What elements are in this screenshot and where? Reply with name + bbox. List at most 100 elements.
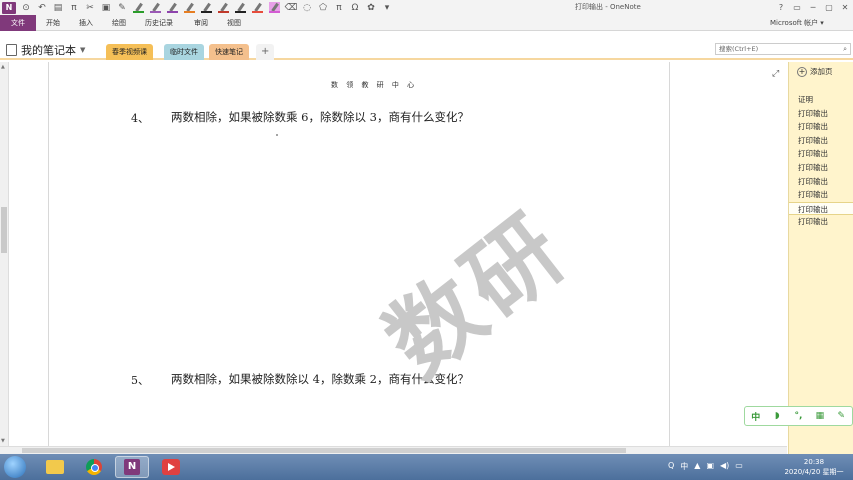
window-controls: ? ▭ ─ ▢ ✕ — [773, 0, 853, 15]
tab-insert[interactable]: 插入 — [79, 15, 93, 31]
add-section-button[interactable]: + — [256, 44, 275, 60]
ime-punctuation-icon[interactable]: °, — [788, 411, 809, 421]
tab-review[interactable]: 审阅 — [194, 15, 208, 31]
taskbar-media-app[interactable] — [154, 456, 188, 478]
ime-moon-icon[interactable]: ◗ — [766, 411, 787, 421]
screen-clip-icon[interactable]: ▣ — [98, 0, 114, 15]
ribbon-display-button[interactable]: ▭ — [789, 0, 805, 15]
green-pen-icon[interactable] — [133, 2, 144, 13]
question-number: 4、 — [131, 112, 149, 125]
taskbar-explorer[interactable] — [38, 456, 72, 478]
title-bar: N ⊙ ↶ ▤ π ✂ ▣ ✎ ⌫ ◌ ⬠ π Ω ✿ ▾ 打印输出 - One… — [0, 0, 853, 15]
ribbon-tabs: 文件 开始 插入 绘图 历史记录 审阅 视图 Microsoft 帐户 ▾ — [0, 15, 853, 31]
tab-file[interactable]: 文件 — [0, 15, 36, 31]
taskbar-chrome[interactable] — [77, 456, 111, 478]
lasso-icon[interactable]: ◌ — [299, 0, 315, 15]
highlighter-icon[interactable] — [269, 2, 280, 13]
page-list-item[interactable]: 打印输出 — [789, 175, 853, 189]
page-list-item[interactable]: 打印输出 — [789, 107, 853, 121]
start-button[interactable] — [4, 456, 26, 478]
page-list-item[interactable]: 打印输出 — [789, 120, 853, 134]
add-page-button[interactable]: + 添加页 — [797, 66, 833, 77]
search-tray-icon[interactable]: Q — [668, 461, 674, 472]
dock-icon[interactable]: ▤ — [50, 0, 66, 15]
ime-chinese-mode-button[interactable]: 中 — [745, 410, 766, 423]
scroll-down-icon[interactable]: ▼ — [1, 438, 5, 444]
show-hidden-icon[interactable]: ▲ — [694, 461, 700, 472]
page-list-item[interactable]: 打印输出 — [789, 147, 853, 161]
maximize-button[interactable]: ▢ — [821, 0, 837, 15]
system-tray: Q 中 ▲ ▣ ◀) ▭ — [668, 461, 743, 472]
customize-toolbar-icon[interactable]: ▾ — [379, 0, 395, 15]
page-list-item[interactable]: 打印输出 — [789, 161, 853, 175]
ink-to-math-icon[interactable]: ✂ — [82, 0, 98, 15]
horizontal-scroll-thumb[interactable] — [22, 448, 626, 453]
ime-tray-icon[interactable]: 中 — [680, 461, 688, 472]
page-list-item[interactable]: 打印输出 — [789, 134, 853, 148]
network-icon[interactable]: ▣ — [706, 461, 714, 472]
onenote-icon: N — [124, 459, 140, 475]
purple-pen-icon[interactable] — [150, 2, 161, 13]
notebook-icon — [6, 44, 17, 56]
horizontal-scrollbar[interactable] — [0, 446, 787, 454]
plus-circle-icon: + — [797, 66, 807, 77]
search-placeholder: 搜索(Ctrl+E) — [719, 45, 759, 53]
taskbar: N Q 中 ▲ ▣ ◀) ▭ 20:38 2020/4/20 星期一 — [0, 454, 853, 480]
red-pen-icon[interactable] — [218, 2, 229, 13]
notification-icon[interactable]: ▭ — [735, 461, 743, 472]
clock-time: 20:38 — [803, 458, 825, 466]
search-input[interactable]: 搜索(Ctrl+E) ⌕ — [715, 43, 851, 55]
violet-pen-icon[interactable] — [167, 2, 178, 13]
vertical-scrollbar[interactable]: ▲ ▼ — [0, 62, 9, 446]
scroll-up-icon[interactable]: ▲ — [1, 64, 5, 70]
minimize-button[interactable]: ─ — [805, 0, 821, 15]
ime-settings-icon[interactable]: ✎ — [831, 411, 852, 421]
chevron-down-icon: ▼ — [80, 46, 86, 54]
ime-keyboard-icon[interactable]: ▦ — [809, 411, 830, 421]
color-wheel-icon[interactable]: ✿ — [363, 0, 379, 15]
dark-pen-icon[interactable] — [235, 2, 246, 13]
account-menu[interactable]: Microsoft 帐户 ▾ — [770, 18, 824, 28]
black-pen-icon[interactable] — [201, 2, 212, 13]
page-header: 数 领 教 研 中 心 — [331, 81, 418, 89]
orange-pen-icon[interactable] — [184, 2, 195, 13]
equation-icon[interactable]: π — [66, 0, 82, 15]
page-list: 证明 打印输出 打印输出 打印输出 打印输出 打印输出 打印输出 打印输出 打印… — [789, 93, 853, 229]
symbol-dropdown-icon[interactable]: Ω — [347, 0, 363, 15]
close-button[interactable]: ✕ — [837, 0, 853, 15]
section-tab-quick-notes[interactable]: 快速笔记 — [209, 44, 249, 60]
taskbar-clock[interactable]: 20:38 2020/4/20 星期一 — [778, 457, 850, 477]
taskbar-onenote[interactable]: N — [115, 456, 149, 478]
ink-dot — [276, 134, 278, 136]
back-icon[interactable]: ⊙ — [18, 0, 34, 15]
window-title: 打印输出 - OneNote — [575, 3, 641, 11]
vertical-scroll-thumb[interactable] — [1, 207, 7, 253]
page-list-item[interactable]: 打印输出 — [789, 215, 853, 229]
tab-history[interactable]: 历史记录 — [145, 15, 173, 31]
volume-icon[interactable]: ◀) — [720, 461, 729, 472]
onenote-logo-icon: N — [2, 1, 16, 14]
search-icon[interactable]: ⌕ — [843, 44, 847, 55]
shapes-icon[interactable]: ⬠ — [315, 0, 331, 15]
section-tab-temp-files[interactable]: 临时文件 — [164, 44, 204, 60]
add-page-label: 添加页 — [810, 67, 833, 76]
page-list-item[interactable]: 打印输出 — [789, 188, 853, 202]
page-list-item[interactable]: 证明 — [789, 93, 853, 107]
tab-draw[interactable]: 绘图 — [112, 15, 126, 31]
page-list-item-selected[interactable]: 打印输出 — [789, 201, 853, 216]
eraser-icon[interactable]: ⌫ — [283, 0, 299, 15]
tab-view[interactable]: 视图 — [227, 15, 241, 31]
printout-page: 数 领 教 研 中 心 4、 两数相除，如果被除数乘 6，除数除以 3，商有什么… — [48, 62, 670, 446]
page-list-panel: + 添加页 证明 打印输出 打印输出 打印输出 打印输出 打印输出 打印输出 打… — [788, 62, 853, 454]
ime-toolbar: 中 ◗ °, ▦ ✎ — [744, 406, 853, 426]
section-tab-spring-video[interactable]: 春季视频课 — [106, 44, 153, 60]
help-button[interactable]: ? — [773, 0, 789, 15]
media-player-icon — [162, 459, 180, 475]
red-marker-icon[interactable] — [252, 2, 263, 13]
full-page-view-icon[interactable]: ⤢ — [772, 69, 779, 79]
notebook-selector[interactable]: 我的笔记本 ▼ — [6, 42, 85, 58]
pi-dropdown-icon[interactable]: π — [331, 0, 347, 15]
tab-home[interactable]: 开始 — [46, 15, 60, 31]
format-painter-icon[interactable]: ✎ — [114, 0, 130, 15]
undo-icon[interactable]: ↶ — [34, 0, 50, 15]
